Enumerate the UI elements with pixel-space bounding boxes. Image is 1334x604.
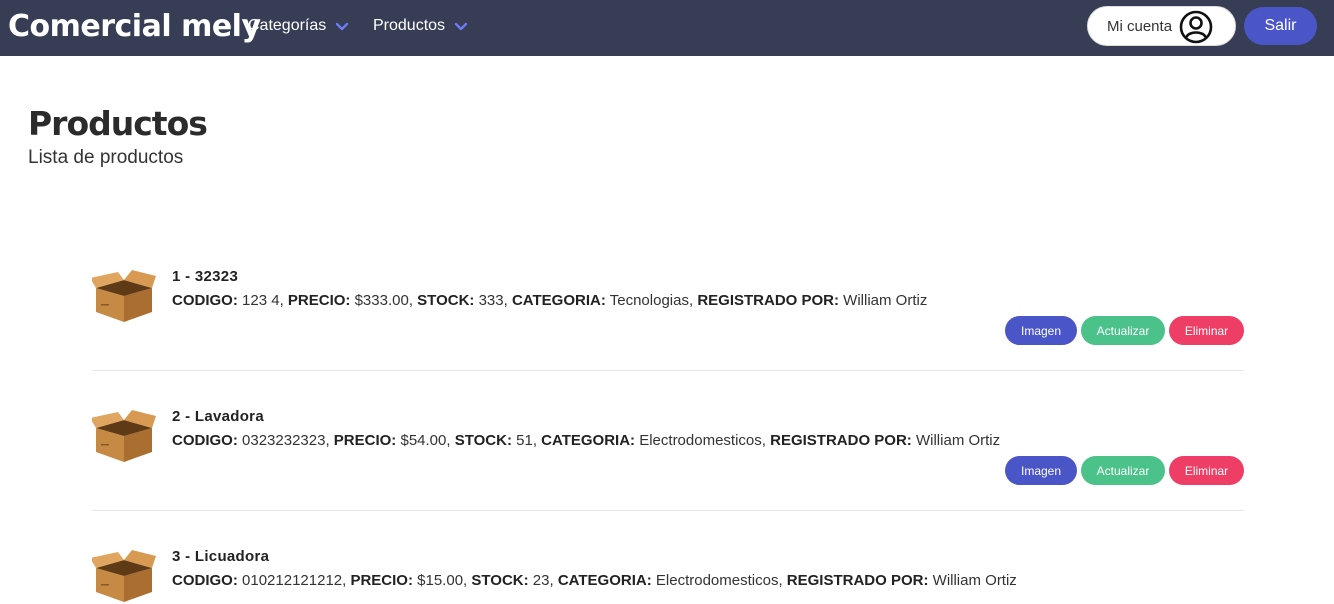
product-actions: Imagen Actualizar Eliminar: [1005, 456, 1244, 485]
account-button-label: Mi cuenta: [1107, 17, 1173, 35]
page-title: Productos: [28, 104, 208, 143]
label-precio: PRECIO:: [287, 292, 351, 309]
product-details: CODIGO: 010212121212, PRECIO: $15.00, ST…: [172, 572, 1017, 589]
value-categoria: Electrodomesticos: [655, 572, 779, 589]
value-stock: 51: [516, 432, 533, 449]
label-codigo: CODIGO:: [172, 572, 238, 589]
delete-button[interactable]: Eliminar: [1169, 456, 1244, 485]
update-button[interactable]: Actualizar: [1081, 316, 1165, 345]
label-codigo: CODIGO:: [172, 432, 238, 449]
value-stock: 23: [532, 572, 550, 589]
box-icon: [92, 270, 156, 322]
product-actions: Imagen Actualizar Eliminar: [1005, 316, 1244, 345]
value-codigo: 123 4: [242, 292, 280, 309]
value-precio: $333.00: [354, 292, 409, 309]
value-registrado: William Ortiz: [843, 292, 928, 309]
value-precio: $15.00: [417, 572, 464, 589]
image-button[interactable]: Imagen: [1005, 456, 1077, 485]
label-codigo: CODIGO:: [172, 292, 238, 309]
product-title: 3 - Licuadora: [172, 548, 270, 565]
label-precio: PRECIO:: [333, 432, 397, 449]
value-registrado: William Ortiz: [932, 572, 1017, 589]
menu-productos[interactable]: Productos: [373, 17, 468, 35]
menu-categorias[interactable]: Categorías: [248, 17, 349, 35]
value-codigo: 010212121212: [242, 572, 343, 589]
label-categoria: CATEGORIA:: [557, 572, 652, 589]
label-precio: PRECIO:: [350, 572, 413, 589]
box-icon: [92, 410, 156, 462]
label-registrado: REGISTRADO POR:: [770, 432, 912, 449]
product-details: CODIGO: 123 4, PRECIO: $333.00, STOCK: 3…: [172, 292, 928, 309]
update-button[interactable]: Actualizar: [1081, 456, 1165, 485]
chevron-down-icon: [336, 22, 349, 31]
label-registrado: REGISTRADO POR:: [697, 292, 839, 309]
label-categoria: CATEGORIA:: [541, 432, 636, 449]
divider: [92, 510, 1244, 511]
user-circle-icon: [1179, 10, 1213, 44]
product-details: CODIGO: 0323232323, PRECIO: $54.00, STOC…: [172, 432, 1001, 449]
value-categoria: Electrodomesticos: [639, 432, 762, 449]
value-codigo: 0323232323: [242, 432, 326, 449]
account-button[interactable]: Mi cuenta: [1087, 6, 1236, 46]
logout-button[interactable]: Salir: [1244, 7, 1317, 45]
image-button[interactable]: Imagen: [1005, 316, 1077, 345]
brand-logo[interactable]: Comercial mely: [8, 9, 261, 44]
label-categoria: CATEGORIA:: [511, 292, 606, 309]
page-subtitle: Lista de productos: [28, 147, 184, 168]
value-registrado: William Ortiz: [915, 432, 1001, 449]
product-title: 2 - Lavadora: [172, 408, 264, 425]
value-stock: 333: [478, 292, 504, 309]
delete-button[interactable]: Eliminar: [1169, 316, 1244, 345]
top-navbar: Comercial mely Categorías Productos Mi c…: [0, 0, 1334, 56]
value-categoria: Tecnologias: [609, 292, 689, 309]
menu-productos-label: Productos: [373, 17, 446, 34]
divider: [92, 370, 1244, 371]
product-title: 1 - 32323: [172, 268, 239, 285]
label-registrado: REGISTRADO POR:: [786, 572, 929, 589]
label-stock: STOCK:: [417, 292, 475, 309]
chevron-down-icon: [454, 22, 468, 31]
menu-categorias-label: Categorías: [248, 17, 327, 34]
label-stock: STOCK:: [454, 432, 512, 449]
box-icon: [92, 550, 156, 602]
value-precio: $54.00: [400, 432, 447, 449]
label-stock: STOCK:: [471, 572, 529, 589]
